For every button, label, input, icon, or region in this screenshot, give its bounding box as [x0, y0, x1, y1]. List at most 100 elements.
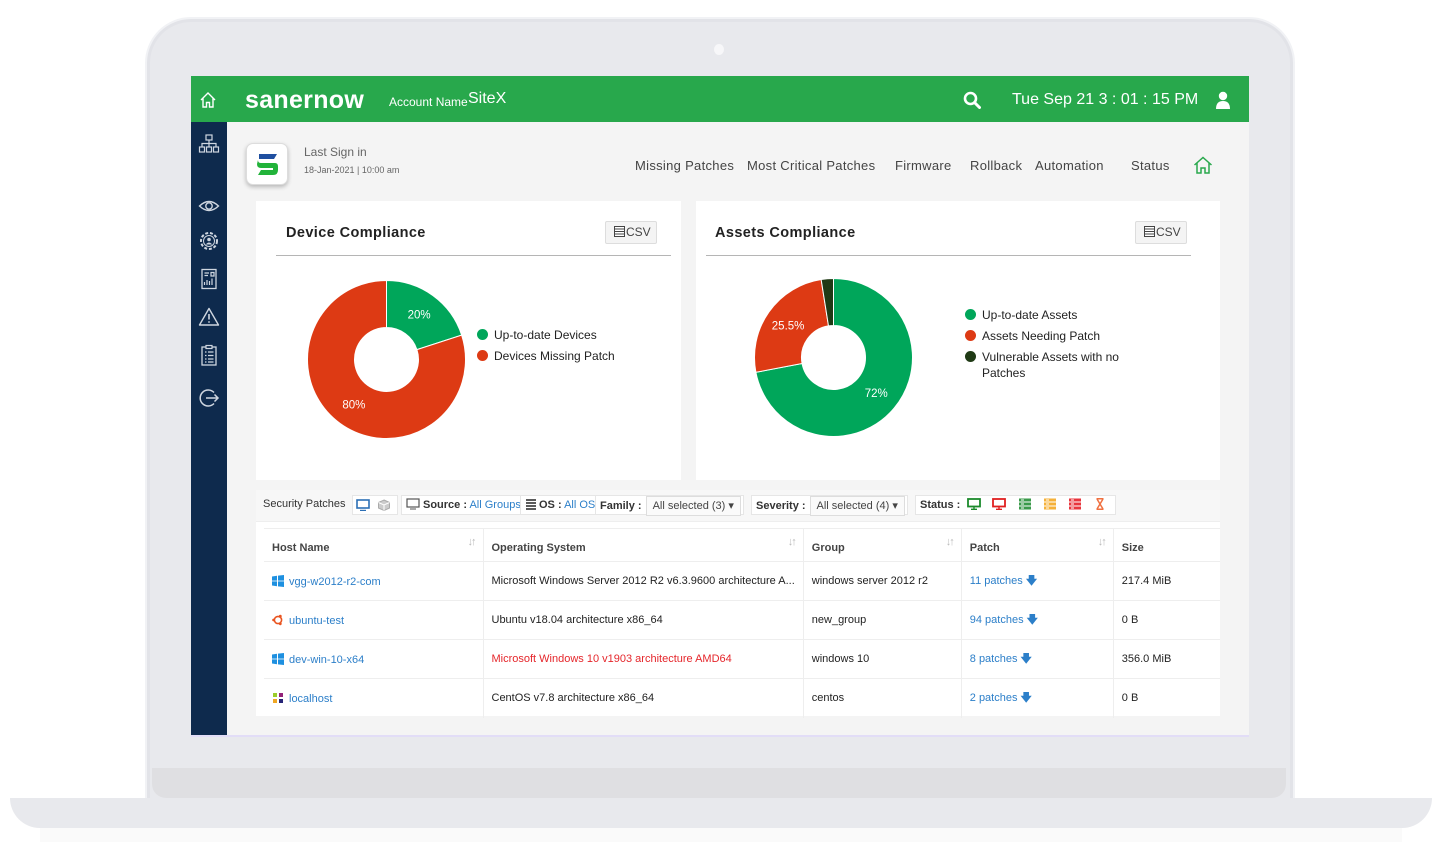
legend-item[interactable]: Assets Needing Patch: [965, 328, 1145, 344]
download-arrow-icon[interactable]: 🡇: [1027, 614, 1038, 626]
patch-link[interactable]: 11 patches: [970, 575, 1023, 587]
sort-icon[interactable]: ↓↑: [788, 536, 797, 548]
status-filter: Status :: [915, 495, 1116, 515]
legend-item[interactable]: Devices Missing Patch: [477, 348, 667, 364]
patch-link[interactable]: 2 patches: [970, 692, 1018, 704]
os-value[interactable]: All OS: [564, 499, 595, 511]
product-logo: [246, 143, 288, 185]
os-cell: Microsoft Windows 10 v1903 architecture …: [483, 639, 804, 679]
source-label: Source :: [423, 499, 468, 511]
legend-item[interactable]: Up-to-date Devices: [477, 327, 667, 343]
sort-icon[interactable]: ↓↑: [468, 536, 477, 548]
table-row: vgg-w2012-r2-com Microsoft Windows Serve…: [264, 561, 1220, 601]
home-icon[interactable]: [199, 91, 217, 109]
csv-icon: [614, 226, 625, 237]
logout-icon[interactable]: [198, 387, 220, 409]
host-link[interactable]: ubuntu-test: [289, 615, 344, 627]
slice-value-label: 25.5%: [772, 321, 805, 333]
package-view-icon[interactable]: [377, 499, 391, 511]
host-link[interactable]: localhost: [289, 693, 332, 705]
legend-label: Up-to-date Devices: [494, 328, 597, 342]
legend-swatch: [965, 309, 976, 320]
table-row: localhost CentOS v7.8 architecture x86_6…: [264, 678, 1220, 718]
hosts-table: Host Name ↓↑ Operating System ↓↑ Group ↓↑ P…: [264, 528, 1220, 718]
user-icon[interactable]: [1215, 91, 1231, 109]
os-filter[interactable]: OS : All OS: [520, 495, 601, 515]
legend-label: Devices Missing Patch: [494, 349, 615, 363]
legend-swatch: [477, 329, 488, 340]
nav-rollback[interactable]: Rollback: [970, 158, 1022, 173]
table-row: ubuntu-test Ubuntu v18.04 architecture x…: [264, 600, 1220, 640]
download-arrow-icon[interactable]: 🡇: [1021, 692, 1032, 704]
security-patches-panel: Security Patches Source : All Groups OS …: [256, 490, 1220, 718]
home-icon[interactable]: [1193, 156, 1213, 174]
slice-value-label: 20%: [408, 310, 431, 322]
column-header-group[interactable]: Group ↓↑: [803, 528, 962, 562]
gear-user-icon[interactable]: [198, 230, 220, 252]
clipboard-icon[interactable]: [198, 344, 220, 366]
status-pending-hourglass-icon[interactable]: [1093, 498, 1107, 510]
source-filter[interactable]: Source : All Groups: [401, 495, 526, 515]
desktop-view-icon[interactable]: [356, 499, 370, 511]
last-sign-in-label: Last Sign in: [304, 145, 367, 159]
status-critical-server-icon[interactable]: [1068, 498, 1082, 510]
status-online-icon[interactable]: [967, 498, 982, 510]
nav-most-critical-patches[interactable]: Most Critical Patches: [747, 158, 875, 173]
csv-label: CSV: [626, 225, 651, 239]
family-dropdown[interactable]: All selected (3) ▾: [645, 496, 741, 516]
eye-icon[interactable]: [198, 195, 220, 217]
column-header-operating-system[interactable]: Operating System ↓↑: [483, 528, 804, 562]
column-header-host-name[interactable]: Host Name ↓↑: [264, 528, 484, 562]
nav-missing-patches[interactable]: Missing Patches: [635, 158, 734, 173]
assets-compliance-card: Assets Compliance CSV 72% 25.5% Up-to-dat…: [696, 201, 1220, 480]
source-value[interactable]: All Groups: [469, 499, 520, 511]
host-link[interactable]: vgg-w2012-r2-com: [289, 576, 381, 588]
device-compliance-card: Device Compliance CSV 20% 80% Up-to-date …: [256, 201, 681, 480]
network-icon[interactable]: [198, 133, 220, 155]
severity-dropdown[interactable]: All selected (4) ▾: [809, 496, 905, 516]
os-cell: Ubuntu v18.04 architecture x86_64: [483, 600, 804, 640]
sort-icon[interactable]: ↓↑: [946, 536, 955, 548]
search-icon[interactable]: [963, 91, 981, 109]
warning-icon[interactable]: [198, 306, 220, 328]
sidebar: [191, 122, 227, 735]
legend-item[interactable]: Up-to-date Assets: [965, 307, 1145, 323]
group-cell: centos: [803, 678, 962, 718]
assets-compliance-donut: 72% 25.5%: [754, 277, 913, 437]
report-icon[interactable]: [198, 268, 220, 290]
legend-item[interactable]: Vulnerable Assets with no Patches: [965, 349, 1145, 381]
status-warning-server-icon[interactable]: [1043, 498, 1057, 510]
account-name[interactable]: SiteX: [468, 90, 506, 108]
legend-swatch: [965, 330, 976, 341]
host-link[interactable]: dev-win-10-x64: [289, 654, 364, 666]
group-cell: windows 10: [803, 639, 962, 679]
sub-header: Last Sign in 18-Jan-2021 | 10:00 am Miss…: [227, 122, 1249, 200]
patch-link[interactable]: 8 patches: [970, 653, 1018, 665]
csv-label: CSV: [1156, 225, 1181, 239]
monitor-icon: [406, 498, 420, 510]
patch-cell: 11 patches 🡇: [961, 561, 1114, 601]
patch-cell: 94 patches 🡇: [961, 600, 1114, 640]
csv-export-button[interactable]: CSV: [1135, 221, 1187, 244]
filter-bar: Security Patches Source : All Groups OS …: [256, 490, 1220, 522]
slice-value-label: 72%: [865, 388, 888, 400]
nav-firmware[interactable]: Firmware: [895, 158, 952, 173]
os-cell: Microsoft Windows Server 2012 R2 v6.3.96…: [483, 561, 804, 601]
app-screen: sanernow Account Name SiteX Tue Sep 21 3…: [191, 76, 1249, 737]
patch-link[interactable]: 94 patches: [970, 614, 1024, 626]
nav-status[interactable]: Status: [1131, 158, 1170, 173]
list-icon: [526, 499, 536, 510]
status-healthy-server-icon[interactable]: [1018, 498, 1032, 510]
account-label: Account Name: [389, 95, 468, 109]
nav-automation[interactable]: Automation: [1035, 158, 1104, 173]
divider: [706, 255, 1191, 256]
column-header-patch[interactable]: Patch ↓↑: [961, 528, 1114, 562]
column-header-size[interactable]: Size: [1113, 528, 1220, 562]
os-label: OS :: [539, 499, 562, 511]
download-arrow-icon[interactable]: 🡇: [1026, 575, 1037, 587]
status-offline-icon[interactable]: [992, 498, 1007, 510]
csv-export-button[interactable]: CSV: [605, 221, 657, 244]
sort-icon[interactable]: ↓↑: [1098, 536, 1107, 548]
brand-logo[interactable]: sanernow: [245, 86, 364, 115]
download-arrow-icon[interactable]: 🡇: [1021, 653, 1032, 665]
